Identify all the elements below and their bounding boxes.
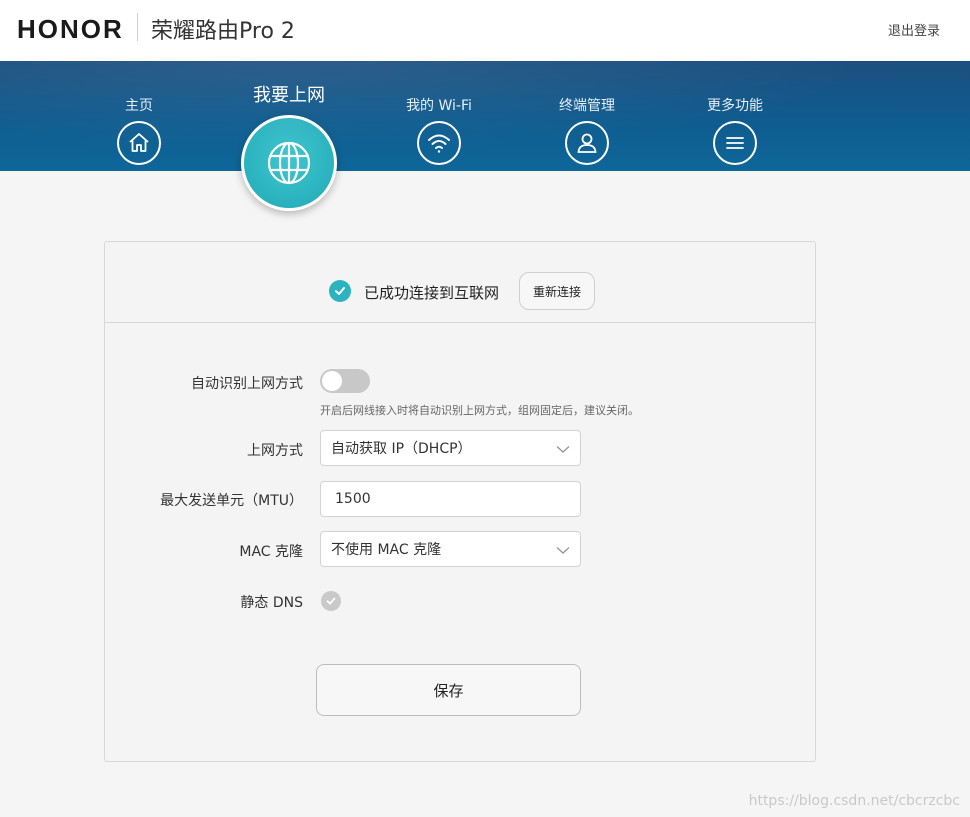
check-icon xyxy=(329,280,351,302)
nav-item-internet[interactable]: 我要上网 xyxy=(229,61,349,211)
main-nav: 主页 我要上网 我的 Wi-Fi 终端管理 更多功能 xyxy=(0,61,970,211)
mac-clone-value: 不使用 MAC 克隆 xyxy=(331,542,442,558)
static-dns-checkbox[interactable] xyxy=(321,591,341,611)
mtu-input[interactable] xyxy=(331,490,537,508)
mac-clone-select[interactable]: 不使用 MAC 克隆 xyxy=(320,531,581,567)
nav-label-devices: 终端管理 xyxy=(559,98,615,114)
nav-item-wifi[interactable]: 我的 Wi-Fi xyxy=(379,61,499,165)
nav-item-more[interactable]: 更多功能 xyxy=(675,61,795,165)
static-dns-label: 静态 DNS xyxy=(240,595,303,611)
auto-detect-label: 自动识别上网方式 xyxy=(191,376,303,392)
wifi-icon xyxy=(417,121,461,165)
connection-status-row: 已成功连接到互联网 重新连接 xyxy=(105,242,815,323)
nav-label-wifi: 我的 Wi-Fi xyxy=(406,98,472,114)
watermark: https://blog.csdn.net/cbcrzcbc xyxy=(748,793,960,809)
mtu-field xyxy=(320,481,581,517)
connection-type-select[interactable]: 自动获取 IP（DHCP） xyxy=(320,430,581,466)
product-name: 荣耀路由Pro 2 xyxy=(151,19,295,44)
globe-icon xyxy=(241,115,337,211)
reconnect-button[interactable]: 重新连接 xyxy=(519,272,595,310)
top-header: HONOR 荣耀路由Pro 2 退出登录 xyxy=(0,0,970,61)
chevron-down-icon xyxy=(556,546,570,554)
auto-detect-hint: 开启后网线接入时将自动识别上网方式，组网固定后，建议关闭。 xyxy=(320,404,639,417)
user-icon xyxy=(565,121,609,165)
connection-type-label: 上网方式 xyxy=(247,443,303,459)
menu-icon xyxy=(713,121,757,165)
toggle-knob xyxy=(322,371,342,391)
nav-label-more: 更多功能 xyxy=(707,98,763,114)
home-icon xyxy=(117,121,161,165)
check-icon xyxy=(326,597,336,605)
nav-item-home[interactable]: 主页 xyxy=(79,61,199,165)
nav-label-internet: 我要上网 xyxy=(253,85,325,106)
brand-logo: HONOR xyxy=(17,14,124,44)
mtu-label: 最大发送单元（MTU） xyxy=(160,493,303,509)
save-button[interactable]: 保存 xyxy=(316,664,581,716)
brand-divider xyxy=(137,13,138,41)
connection-status-text: 已成功连接到互联网 xyxy=(364,284,500,302)
nav-item-devices[interactable]: 终端管理 xyxy=(527,61,647,165)
chevron-down-icon xyxy=(556,445,570,453)
nav-label-home: 主页 xyxy=(125,98,153,114)
logout-link[interactable]: 退出登录 xyxy=(888,20,940,39)
internet-settings-card: 已成功连接到互联网 重新连接 自动识别上网方式 开启后网线接入时将自动识别上网方… xyxy=(104,241,816,762)
connection-type-value: 自动获取 IP（DHCP） xyxy=(331,441,472,457)
auto-detect-toggle[interactable] xyxy=(320,369,370,393)
mac-clone-label: MAC 克隆 xyxy=(239,544,303,560)
